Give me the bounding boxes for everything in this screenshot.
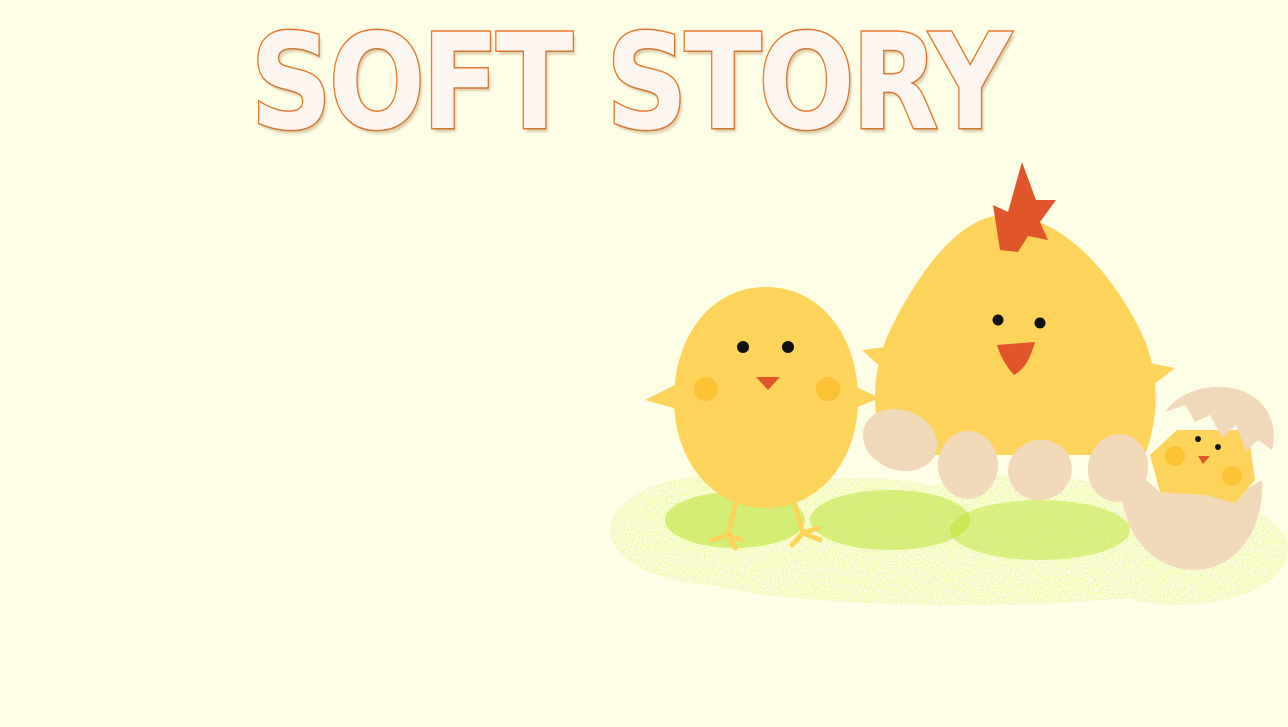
baby-chick-right-eye bbox=[1215, 444, 1221, 450]
hen-left-eye bbox=[992, 314, 1004, 326]
baby-chick-left-eye bbox=[1195, 436, 1201, 442]
chick-left-cheek bbox=[694, 377, 718, 401]
hen-comb bbox=[993, 162, 1056, 252]
chick-right-cheek bbox=[816, 377, 840, 401]
baby-chick-right-cheek bbox=[1222, 466, 1242, 486]
hen-right-eye bbox=[1034, 317, 1046, 329]
hen bbox=[862, 162, 1175, 455]
baby-chick-left-cheek bbox=[1165, 446, 1185, 466]
chick-right-eye bbox=[782, 341, 794, 353]
egg bbox=[938, 431, 998, 499]
easter-chicks-illustration bbox=[610, 162, 1288, 605]
chick-left-eye bbox=[737, 341, 749, 353]
